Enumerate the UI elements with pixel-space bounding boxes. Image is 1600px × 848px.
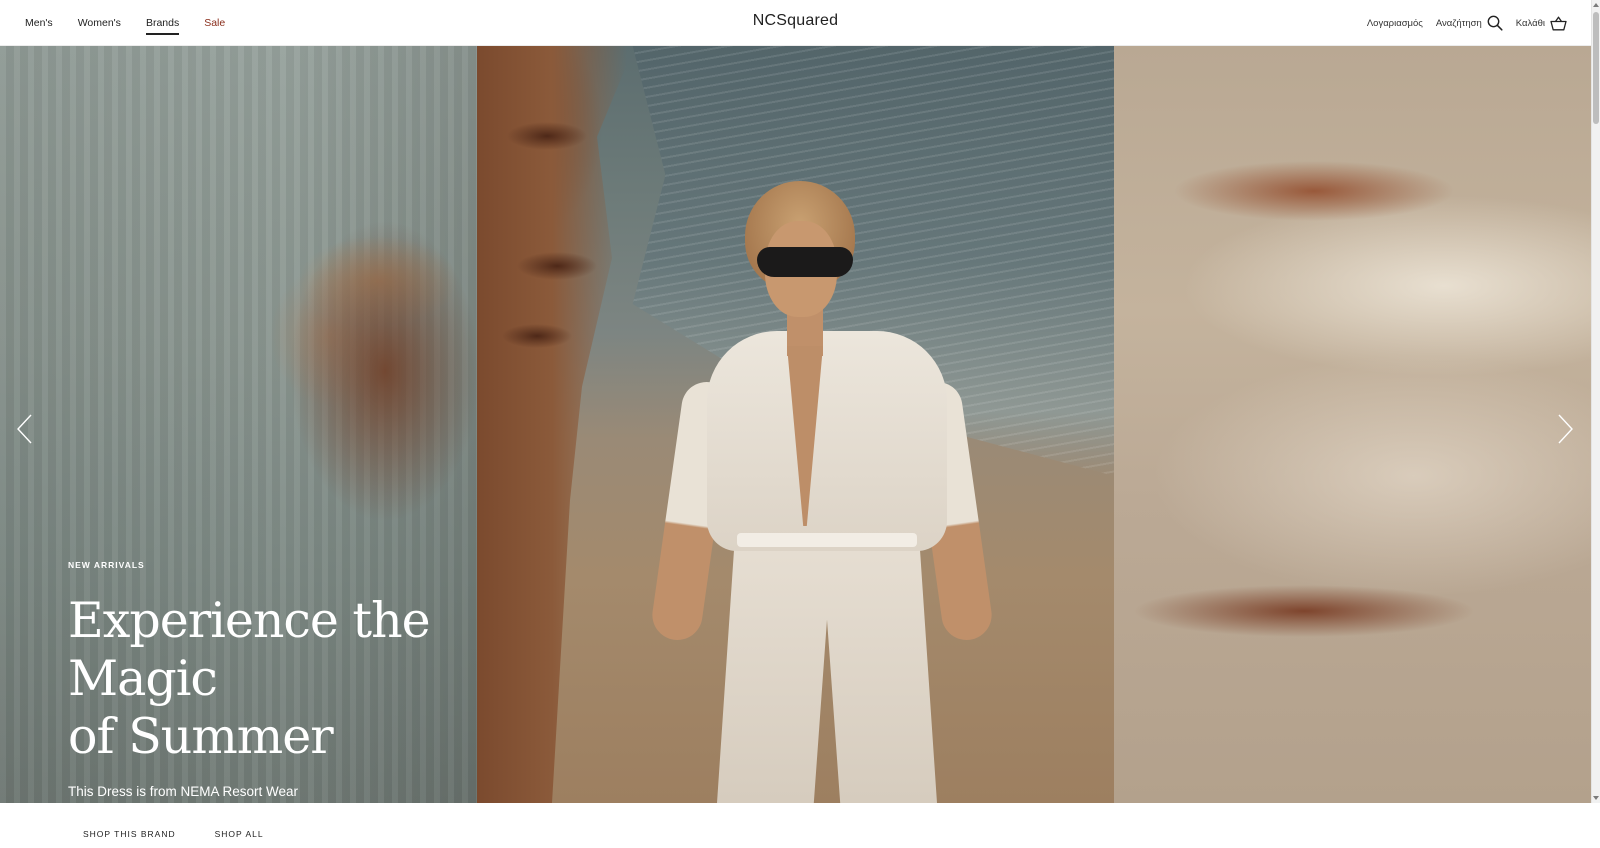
hero-eyebrow: NEW ARRIVALS bbox=[68, 560, 145, 570]
cart-icon bbox=[1550, 16, 1567, 30]
scroll-down-arrow[interactable] bbox=[1593, 796, 1599, 800]
hero-headline-line-2: of Summer bbox=[68, 708, 334, 765]
slide-image-next bbox=[1114, 46, 1591, 803]
search-icon bbox=[1487, 15, 1503, 31]
slide-next-button[interactable] bbox=[1555, 412, 1575, 446]
hero-subheadline: This Dress is from NEMA Resort Wear bbox=[68, 784, 299, 799]
cart-link[interactable]: Καλάθι bbox=[1516, 16, 1567, 31]
shop-this-brand-button[interactable]: SHOP THIS BRAND bbox=[68, 820, 191, 848]
hero-cta-group: SHOP THIS BRAND SHOP ALL bbox=[68, 820, 568, 848]
scroll-up-arrow[interactable] bbox=[1593, 3, 1599, 7]
cart-label: Καλάθι bbox=[1515, 17, 1545, 29]
slide-prev-button[interactable] bbox=[15, 412, 35, 446]
chevron-left-icon bbox=[17, 414, 32, 444]
chevron-right-icon bbox=[1558, 414, 1573, 444]
slide-image-main bbox=[477, 46, 1114, 803]
utility-nav: Λογαριασμός Αναζήτηση Καλάθι bbox=[1354, 0, 1567, 46]
page-scrollbar[interactable] bbox=[1591, 0, 1600, 803]
model-figure bbox=[649, 181, 995, 803]
scrollbar-thumb[interactable] bbox=[1593, 12, 1599, 124]
site-header: Men's Women's Brands Sale NCSquared Λογα… bbox=[0, 0, 1591, 46]
search-link[interactable]: Αναζήτηση bbox=[1436, 15, 1503, 31]
search-label: Αναζήτηση bbox=[1435, 17, 1482, 29]
shop-all-button[interactable]: SHOP ALL bbox=[199, 820, 279, 848]
hero-content: NEW ARRIVALS Experience the Magic of Sum… bbox=[68, 560, 568, 848]
hero-headline: Experience the Magic of Summer bbox=[68, 592, 568, 766]
account-link[interactable]: Λογαριασμός bbox=[1367, 18, 1423, 29]
site-logo[interactable]: NCSquared bbox=[0, 12, 1591, 30]
account-label: Λογαριασμός bbox=[1366, 17, 1423, 29]
hero-headline-line-1: Experience the Magic bbox=[68, 592, 431, 707]
